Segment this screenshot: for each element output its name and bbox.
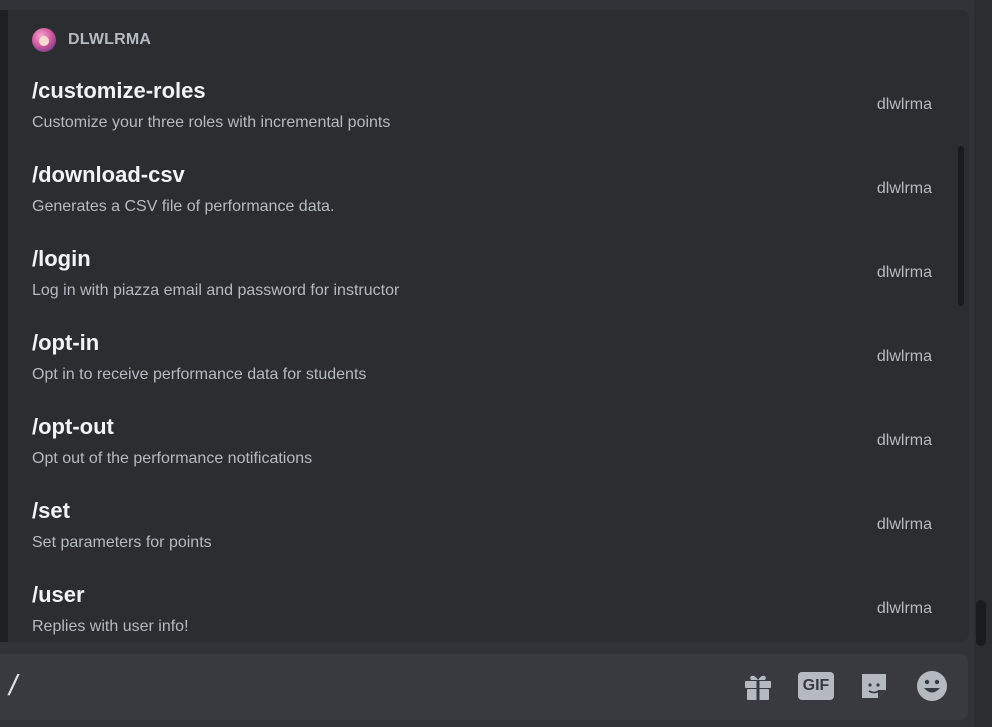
command-item-login[interactable]: /login Log in with piazza email and pass… xyxy=(8,246,948,330)
command-source: dlwlrma xyxy=(876,264,932,281)
command-item-set[interactable]: /set Set parameters for points dlwlrma xyxy=(8,498,948,582)
gif-button[interactable]: GIF xyxy=(798,668,834,704)
command-description: Replies with user info! xyxy=(32,618,189,635)
command-item-opt-out[interactable]: /opt-out Opt out of the performance noti… xyxy=(8,414,948,498)
command-source: dlwlrma xyxy=(876,348,932,365)
command-item-user[interactable]: /user Replies with user info! dlwlrma xyxy=(8,582,948,642)
command-source: dlwlrma xyxy=(876,96,932,113)
command-source: dlwlrma xyxy=(876,600,932,617)
command-source: dlwlrma xyxy=(876,516,932,533)
message-input[interactable]: / xyxy=(6,670,22,700)
command-description: Opt out of the performance notifications xyxy=(32,450,313,467)
message-composer[interactable]: / GIF xyxy=(0,654,968,720)
command-name: /opt-out xyxy=(32,414,114,439)
gift-icon[interactable] xyxy=(740,668,776,704)
command-item-opt-in[interactable]: /opt-in Opt in to receive performance da… xyxy=(8,330,948,414)
command-name: /set xyxy=(32,498,70,523)
command-description: Opt in to receive performance data for s… xyxy=(32,366,367,383)
app-name: DLWLRMA xyxy=(68,31,152,48)
sticker-icon[interactable] xyxy=(856,668,892,704)
command-description: Log in with piazza email and password fo… xyxy=(32,282,400,299)
page-scrollbar-thumb[interactable] xyxy=(976,600,986,646)
composer-actions: GIF xyxy=(718,668,950,704)
command-name: /login xyxy=(32,246,91,271)
command-item-download-csv[interactable]: /download-csv Generates a CSV file of pe… xyxy=(8,162,948,246)
gif-icon: GIF xyxy=(798,672,834,700)
command-name: /user xyxy=(32,582,85,607)
command-item-customize-roles[interactable]: /customize-roles Customize your three ro… xyxy=(8,78,948,162)
popup-left-accent xyxy=(0,10,8,642)
command-source: dlwlrma xyxy=(876,432,932,449)
command-name: /download-csv xyxy=(32,162,185,187)
command-name: /customize-roles xyxy=(32,78,206,103)
top-strip xyxy=(0,0,992,10)
command-description: Customize your three roles with incremen… xyxy=(32,114,391,131)
emoji-icon[interactable] xyxy=(914,668,950,704)
command-description: Generates a CSV file of performance data… xyxy=(32,198,335,215)
command-description: Set parameters for points xyxy=(32,534,212,551)
app-avatar xyxy=(32,28,56,52)
app-header: DLWLRMA xyxy=(32,28,151,52)
popup-scrollbar[interactable] xyxy=(958,146,964,306)
command-name: /opt-in xyxy=(32,330,100,355)
command-source: dlwlrma xyxy=(876,180,932,197)
command-autocomplete-popup: DLWLRMA /customize-roles Customize your … xyxy=(8,10,969,642)
